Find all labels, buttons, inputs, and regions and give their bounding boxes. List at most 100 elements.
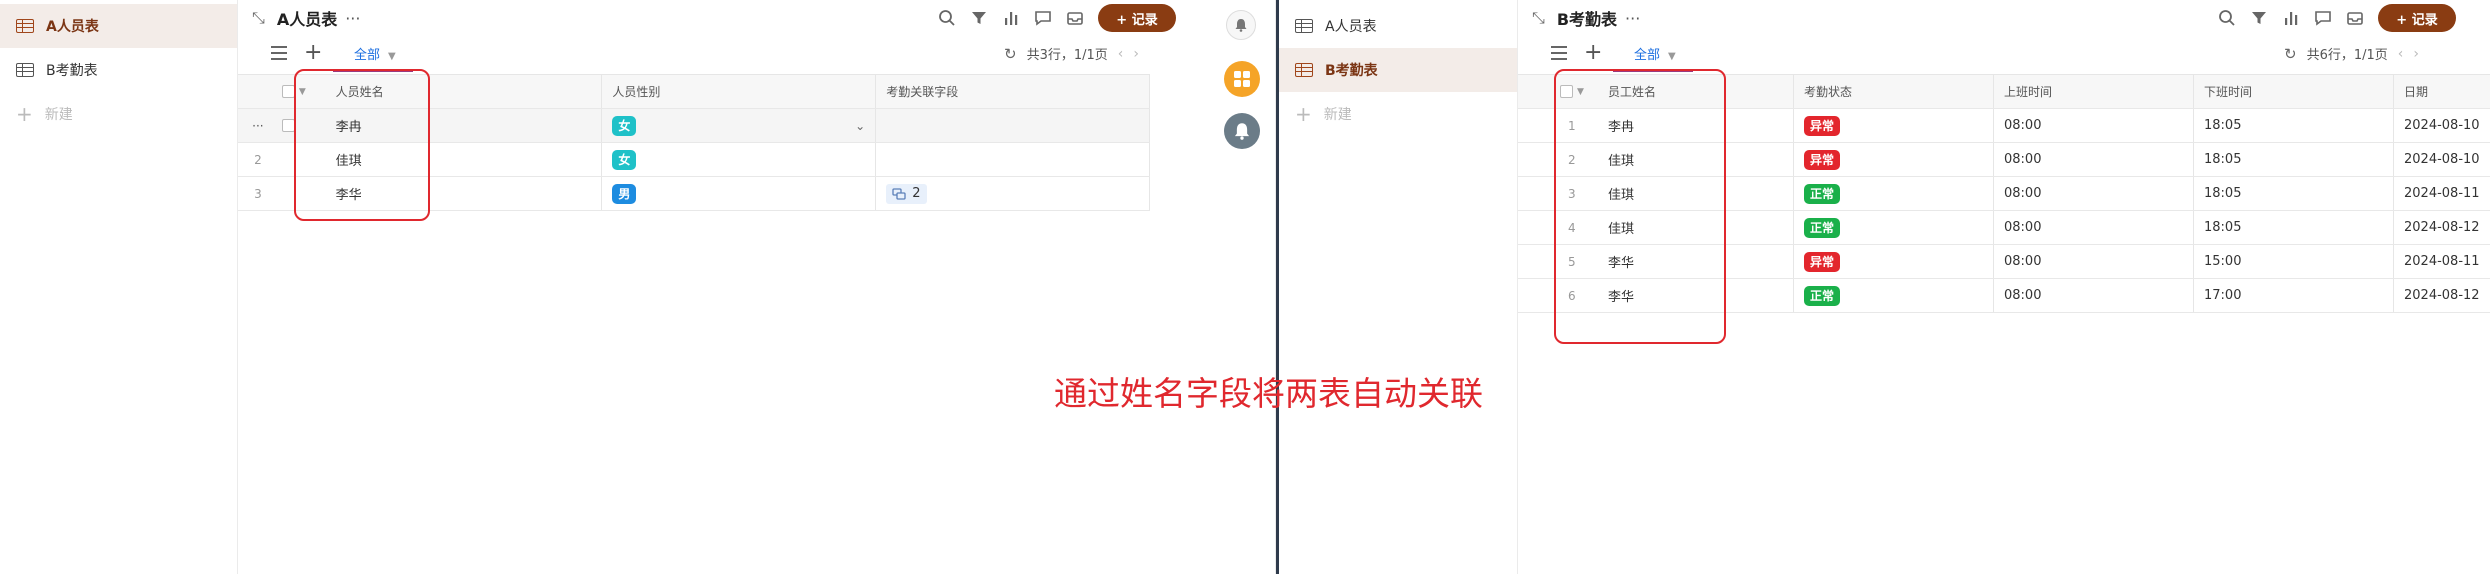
column-header-gender[interactable]: 人员性别 xyxy=(602,75,877,108)
sidebar-item-label: A人员表 xyxy=(46,19,99,35)
column-header-clock-out[interactable]: 下班时间 xyxy=(2194,75,2394,108)
cell-clock-in[interactable]: 08:00 xyxy=(1994,245,2194,278)
chevron-down-icon[interactable]: ⌄ xyxy=(855,119,865,133)
cell-status[interactable]: 异常 xyxy=(1794,109,1994,142)
cell-clock-in[interactable]: 08:00 xyxy=(1994,279,2194,312)
refresh-icon[interactable]: ↻ xyxy=(1004,45,1017,63)
row-index[interactable]: ··· xyxy=(238,109,278,142)
notification-icon[interactable] xyxy=(1226,10,1256,40)
sidebar-item-label: B考勤表 xyxy=(1325,63,1378,79)
tab-all-view[interactable]: 全部 ▼ xyxy=(354,44,396,63)
apps-grid-icon[interactable] xyxy=(1224,61,1260,97)
cell-date[interactable]: 2024-08-11 xyxy=(2394,245,2490,278)
right-table-title: ⤡ B考勤表 ··· xyxy=(1532,6,1640,30)
inbox-icon[interactable] xyxy=(1066,9,1084,27)
cell-gender[interactable]: 男 xyxy=(602,177,877,210)
cell-status[interactable]: 异常 xyxy=(1794,143,1994,176)
cell-date[interactable]: 2024-08-10 xyxy=(2394,109,2490,142)
cell-date[interactable]: 2024-08-12 xyxy=(2394,211,2490,244)
chevron-down-icon: ▼ xyxy=(1668,51,1676,62)
right-sidebar-item-b-attendance[interactable]: B考勤表 xyxy=(1279,48,1517,92)
cell-clock-out[interactable]: 18:05 xyxy=(2194,143,2394,176)
bell-icon[interactable] xyxy=(1224,113,1260,149)
left-sidebar-item-b-attendance[interactable]: B考勤表 xyxy=(0,48,237,92)
cell-status[interactable]: 正常 xyxy=(1794,279,1994,312)
inbox-icon[interactable] xyxy=(2346,9,2364,27)
filter-icon[interactable] xyxy=(2250,9,2268,27)
next-page-icon[interactable]: › xyxy=(2413,46,2419,62)
left-sidebar-new[interactable]: + 新建 xyxy=(0,92,73,136)
cell-gender[interactable]: 女 ⌄ xyxy=(602,109,877,142)
filter-icon[interactable] xyxy=(970,9,988,27)
right-pane: ⤡ B考勤表 ··· + 记录 + 全部 ▼ ↻ 共6行，1/1页 ‹ › ▼ … xyxy=(1518,0,2490,574)
table-icon xyxy=(16,19,34,33)
table-icon xyxy=(1295,19,1313,33)
right-toolbar-icons: + 记录 xyxy=(2218,4,2456,32)
table-icon xyxy=(16,63,34,77)
chart-icon[interactable] xyxy=(1002,9,1020,27)
cell-clock-out[interactable]: 15:00 xyxy=(2194,245,2394,278)
comment-icon[interactable] xyxy=(1034,9,1052,27)
expand-icon[interactable]: ⤡ xyxy=(1532,8,1545,28)
menu-icon[interactable] xyxy=(271,46,287,60)
refresh-icon[interactable]: ↻ xyxy=(2284,45,2297,63)
table-title-text: A人员表 xyxy=(276,10,338,29)
cell-gender[interactable]: 女 xyxy=(602,143,877,176)
tab-label: 全部 xyxy=(354,48,381,63)
linked-records-tag[interactable]: 2 xyxy=(886,183,927,204)
prev-page-icon[interactable]: ‹ xyxy=(1118,46,1124,62)
menu-icon[interactable] xyxy=(1551,46,1567,60)
select-all-checkbox[interactable] xyxy=(281,85,295,98)
cell-date[interactable]: 2024-08-10 xyxy=(2394,143,2490,176)
cell-clock-out[interactable]: 18:05 xyxy=(2194,109,2394,142)
status-badge: 异常 xyxy=(1804,115,1841,136)
cell-status[interactable]: 异常 xyxy=(1794,245,1994,278)
screenshot-root: A人员表 B考勤表 + 新建 ⤡ A人员表 ··· + 记录 + 全部 ▼ ↻ … xyxy=(0,0,2490,574)
status-badge: 正常 xyxy=(1804,285,1841,306)
more-icon[interactable]: ··· xyxy=(1625,9,1640,28)
row-count: 共3行，1/1页 xyxy=(1026,48,1108,63)
right-sidebar-new[interactable]: + 新建 xyxy=(1279,92,1352,136)
right-sidebar-item-a-staff[interactable]: A人员表 xyxy=(1279,4,1517,48)
next-page-icon[interactable]: › xyxy=(1133,46,1139,62)
search-icon[interactable] xyxy=(938,9,956,27)
add-view-icon[interactable]: + xyxy=(1584,40,1602,65)
chart-icon[interactable] xyxy=(2282,9,2300,27)
cell-link[interactable]: 2 xyxy=(876,177,1151,210)
cell-clock-out[interactable]: 17:00 xyxy=(2194,279,2394,312)
cell-link[interactable] xyxy=(876,143,1151,176)
gender-tag: 女 xyxy=(612,115,637,136)
row-index: 2 xyxy=(254,152,262,167)
expand-icon[interactable]: ⤡ xyxy=(252,8,265,28)
row-checkbox[interactable] xyxy=(281,119,295,132)
add-record-button[interactable]: + 记录 xyxy=(1098,4,1176,32)
cell-clock-in[interactable]: 08:00 xyxy=(1994,177,2194,210)
tab-all-view[interactable]: 全部 ▼ xyxy=(1634,44,1676,63)
left-table-title: ⤡ A人员表 ··· xyxy=(252,6,360,30)
gender-tag: 男 xyxy=(612,183,637,204)
cell-clock-out[interactable]: 18:05 xyxy=(2194,211,2394,244)
cell-status[interactable]: 正常 xyxy=(1794,177,1994,210)
add-view-icon[interactable]: + xyxy=(304,40,322,65)
column-header-link[interactable]: 考勤关联字段 xyxy=(876,75,1150,108)
cell-status[interactable]: 正常 xyxy=(1794,211,1994,244)
cell-link[interactable] xyxy=(876,109,1150,142)
comment-icon[interactable] xyxy=(2314,9,2332,27)
cell-date[interactable]: 2024-08-12 xyxy=(2394,279,2490,312)
cell-clock-in[interactable]: 08:00 xyxy=(1994,143,2194,176)
add-record-button[interactable]: + 记录 xyxy=(2378,4,2456,32)
left-sidebar: A人员表 B考勤表 + 新建 xyxy=(0,0,238,574)
prev-page-icon[interactable]: ‹ xyxy=(2398,46,2404,62)
cell-date[interactable]: 2024-08-11 xyxy=(2394,177,2490,210)
gender-tag: 女 xyxy=(612,149,637,170)
cell-clock-out[interactable]: 18:05 xyxy=(2194,177,2394,210)
cell-clock-in[interactable]: 08:00 xyxy=(1994,109,2194,142)
cell-clock-in[interactable]: 08:00 xyxy=(1994,211,2194,244)
row-count: 共6行，1/1页 xyxy=(2306,48,2388,63)
column-header-clock-in[interactable]: 上班时间 xyxy=(1994,75,2194,108)
column-header-status[interactable]: 考勤状态 xyxy=(1794,75,1994,108)
search-icon[interactable] xyxy=(2218,9,2236,27)
more-icon[interactable]: ··· xyxy=(345,9,360,28)
left-sidebar-item-a-staff[interactable]: A人员表 xyxy=(0,4,237,48)
column-header-date[interactable]: 日期 xyxy=(2394,75,2490,108)
